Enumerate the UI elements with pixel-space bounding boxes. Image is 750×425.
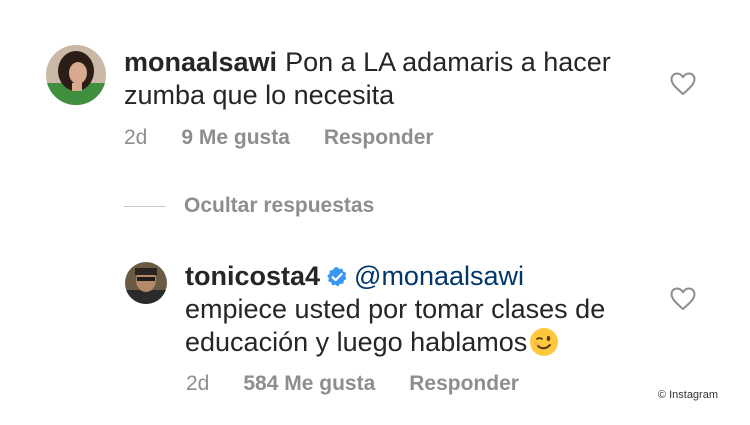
reply-meta: 2d 584 Me gusta Responder [186,372,519,396]
reply-text: tonicosta4 @monaalsawi empiece usted por… [185,260,605,359]
avatar[interactable] [125,262,167,304]
reply-button[interactable]: Responder [324,126,434,150]
reply-text-line2: educación y luego hablamos [185,327,528,357]
verified-badge-icon [327,267,347,287]
comment-username[interactable]: monaalsawi [124,47,277,77]
reply-username[interactable]: tonicosta4 [185,261,320,291]
mention-link[interactable]: @monaalsawi [354,261,524,291]
comment-text-line1: Pon a LA adamaris a hacer [285,47,611,77]
comment-likes[interactable]: 9 Me gusta [181,126,290,150]
winking-face-emoji [530,328,559,356]
heart-outline-icon[interactable] [670,287,696,311]
avatar[interactable] [46,45,106,105]
divider [124,205,166,207]
reply-likes[interactable]: 584 Me gusta [243,372,375,396]
hide-replies-button[interactable]: Ocultar respuestas [124,194,374,218]
comment-meta: 2d 9 Me gusta Responder [124,126,434,150]
reply-text-line1: empiece usted por tomar clases de [185,294,606,324]
heart-outline-icon[interactable] [670,72,696,96]
hide-replies-label: Ocultar respuestas [184,194,375,217]
reply-time[interactable]: 2d [186,372,209,396]
comment-text-line2: zumba que lo necesita [124,80,395,110]
comment-time[interactable]: 2d [124,126,147,150]
watermark: © Instagram [657,389,718,401]
reply-button[interactable]: Responder [409,372,519,396]
comment-text: monaalsawi Pon a LA adamaris a hacer zumb… [124,46,611,112]
